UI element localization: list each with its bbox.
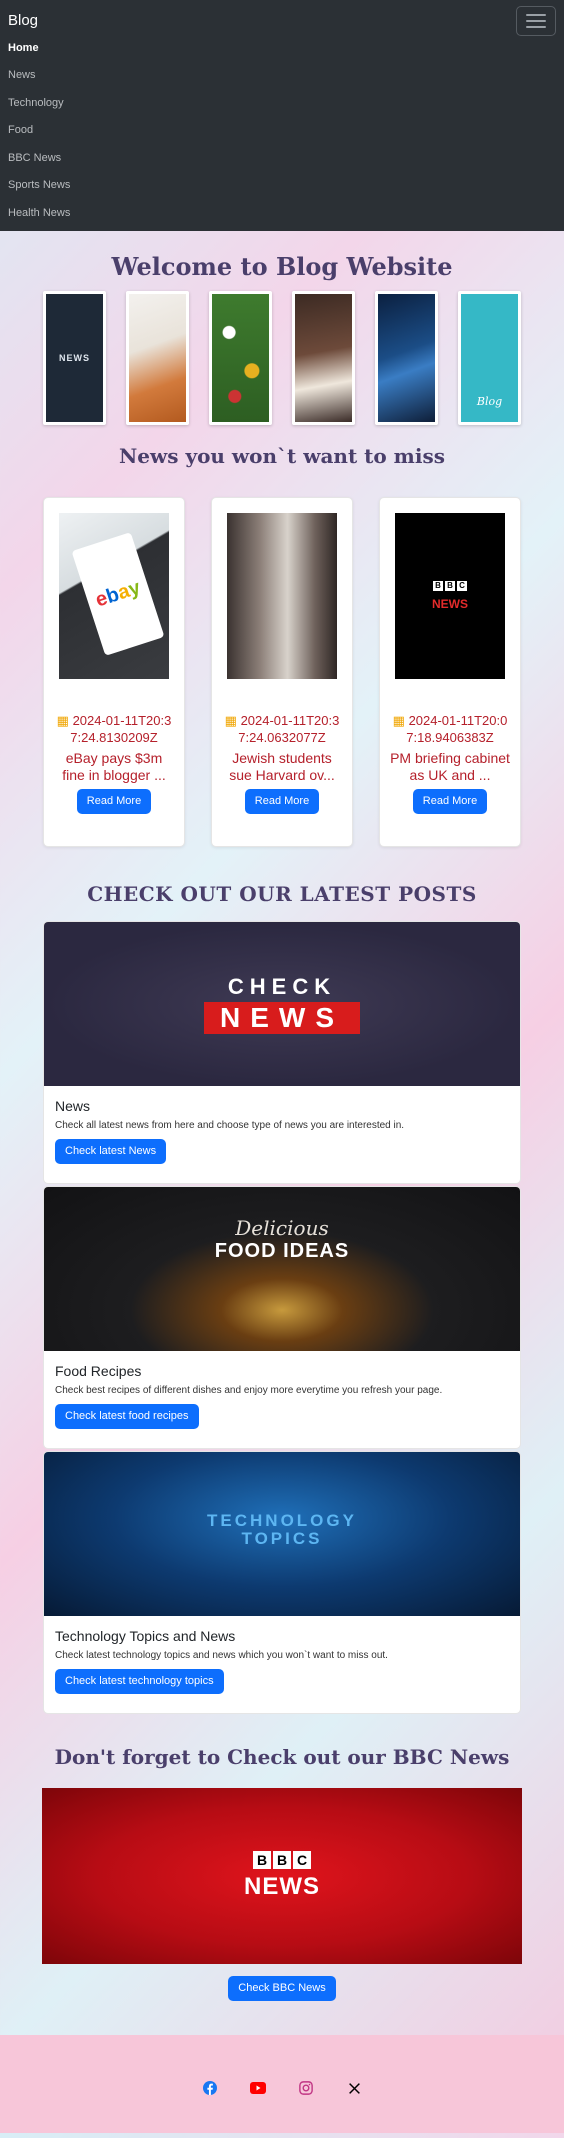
post-card-news: CHECK NEWS News Check all latest news fr… <box>43 921 521 1184</box>
latest-posts: CHECK NEWS News Check all latest news fr… <box>43 921 521 1714</box>
news-card-image <box>227 513 337 679</box>
thumbnail-technology[interactable] <box>375 291 438 425</box>
thumbnail-bbc-news[interactable]: NEWS <box>43 291 106 425</box>
navbar-toggler-button[interactable] <box>516 6 556 36</box>
nav-item-sports-news[interactable]: Sports News <box>8 172 70 200</box>
post-title: Food Recipes <box>55 1363 142 1379</box>
news-card-image: BBC NEWS <box>395 513 505 679</box>
news-card: ebay ▦ 2024-01-11T20:37:24.8130209Z eBay… <box>43 497 185 847</box>
miss-heading: News you won`t want to miss <box>119 444 445 468</box>
read-more-button[interactable]: Read More <box>76 789 152 814</box>
post-banner: CHECK NEWS <box>44 922 520 1086</box>
navbar-brand[interactable]: Blog <box>8 12 38 29</box>
calendar-icon: ▦ <box>56 713 69 728</box>
check-bbc-news-button[interactable]: Check BBC News <box>228 1976 336 2001</box>
x-icon[interactable] <box>346 2080 362 2096</box>
post-title: Technology Topics and News <box>55 1628 236 1644</box>
news-card-title: PM briefing cabinet as UK and ... <box>390 750 510 783</box>
nav-item-technology[interactable]: Technology <box>8 89 70 117</box>
calendar-icon: ▦ <box>392 713 405 728</box>
nav-item-health-news[interactable]: Health News <box>8 199 70 227</box>
read-more-button[interactable]: Read More <box>244 789 320 814</box>
youtube-icon[interactable] <box>250 2080 266 2096</box>
bbc-logo: BBC <box>253 1851 311 1869</box>
nav-item-news[interactable]: News <box>8 62 70 90</box>
nav-item-food[interactable]: Food <box>8 117 70 145</box>
news-card-title: Jewish students sue Harvard ov... <box>229 750 335 783</box>
post-text: Check best recipes of different dishes a… <box>55 1385 443 1396</box>
nav-item-home[interactable]: Home <box>8 34 70 62</box>
latest-posts-heading: CHECK OUT OUR LATEST POSTS <box>87 882 477 906</box>
news-card: ▦ 2024-01-11T20:37:24.0632077Z Jewish st… <box>211 497 353 847</box>
post-banner: TECHNOLOGY TOPICS <box>44 1452 520 1616</box>
news-card-date: 2024-01-11T20:37:24.0632077Z <box>238 713 340 745</box>
news-card-title: eBay pays $3m fine in blogger ... <box>62 750 166 783</box>
check-latest-news-button[interactable]: Check latest News <box>55 1139 167 1164</box>
post-title: News <box>55 1098 91 1114</box>
read-more-button[interactable]: Read More <box>412 789 488 814</box>
news-card-date: 2024-01-11T20:07:18.9406383Z <box>406 713 508 745</box>
thumbnail-bbc-label: NEWS <box>59 353 90 363</box>
post-text: Check latest technology topics and news … <box>55 1650 388 1661</box>
thumbnail-blog-label: Blog <box>476 395 503 408</box>
check-latest-technology-button[interactable]: Check latest technology topics <box>55 1669 224 1694</box>
welcome-heading: Welcome to Blog Website <box>111 252 453 281</box>
bbc-logo: BBC <box>433 581 467 591</box>
featured-news-cards: ebay ▦ 2024-01-11T20:37:24.8130209Z eBay… <box>43 497 521 847</box>
thumbnail-food[interactable] <box>126 291 189 425</box>
post-text: Check all latest news from here and choo… <box>55 1120 405 1131</box>
news-card-date: 2024-01-11T20:37:24.8130209Z <box>70 713 172 745</box>
thumbnail-gallery: NEWS Blog <box>43 291 521 425</box>
news-card: BBC NEWS ▦ 2024-01-11T20:07:18.9406383Z … <box>379 497 521 847</box>
calendar-icon: ▦ <box>224 713 237 728</box>
post-card-technology: TECHNOLOGY TOPICS Technology Topics and … <box>43 1451 521 1714</box>
bbc-news-banner[interactable]: BBC NEWS <box>42 1788 522 1964</box>
nav-item-bbc-news[interactable]: BBC News <box>8 144 70 172</box>
footer <box>0 2035 564 2133</box>
post-banner: Delicious FOOD IDEAS <box>44 1187 520 1351</box>
check-latest-food-button[interactable]: Check latest food recipes <box>55 1404 199 1429</box>
news-card-image: ebay <box>59 513 169 679</box>
bbc-heading: Don't forget to Check out our BBC News <box>54 1745 510 1769</box>
navbar: Blog Home News Technology Food BBC News … <box>0 0 564 231</box>
facebook-icon[interactable] <box>202 2080 218 2096</box>
post-card-food: Delicious FOOD IDEAS Food Recipes Check … <box>43 1186 521 1449</box>
nav-menu: Home News Technology Food BBC News Sport… <box>8 34 70 227</box>
thumbnail-health[interactable] <box>292 291 355 425</box>
thumbnail-blog[interactable]: Blog <box>458 291 521 425</box>
hamburger-icon <box>526 14 546 16</box>
thumbnail-sports[interactable] <box>209 291 272 425</box>
instagram-icon[interactable] <box>298 2080 314 2096</box>
